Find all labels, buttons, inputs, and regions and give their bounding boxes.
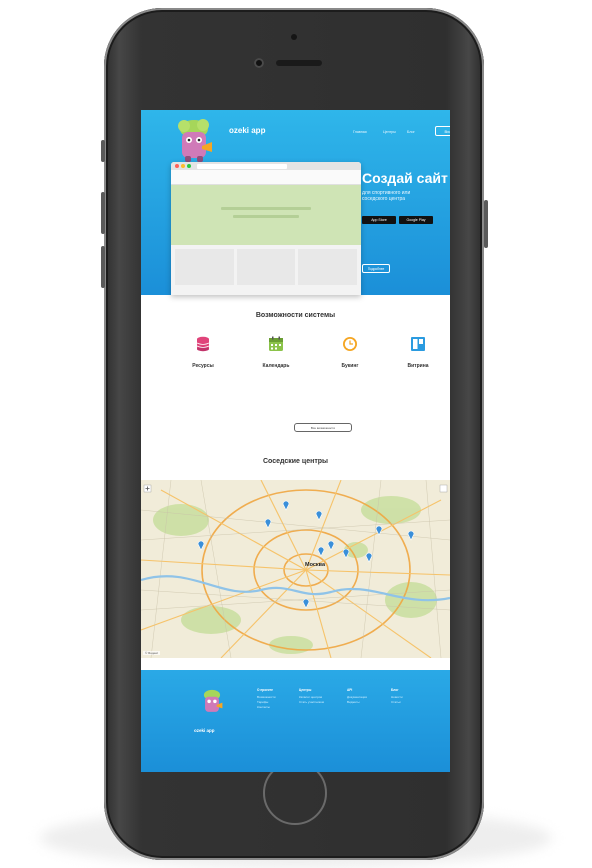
feature-booking[interactable]: Букинг [318, 336, 382, 373]
all-features-button[interactable]: Все возможности [294, 423, 352, 432]
footer-column-api: API Документация Виджеты [347, 688, 367, 705]
clock-icon [343, 337, 357, 351]
footer-column-heading: API [347, 688, 353, 692]
hero-title: Создай сайт [362, 170, 448, 186]
more-button[interactable]: Подробнее [362, 264, 390, 273]
nav-item-main[interactable]: Главная [353, 130, 367, 134]
feature-booking-label: Букинг [341, 363, 359, 369]
app-store-button[interactable]: App Store [362, 216, 396, 224]
browser-mockup [171, 162, 361, 295]
footer-link[interactable]: Статьи [391, 700, 403, 705]
feature-resources[interactable]: Ресурсы [171, 336, 235, 373]
footer-brand[interactable]: ozeki app [194, 728, 215, 733]
footer-column-heading: Центры [299, 688, 312, 692]
footer-column-heading: Блог [391, 688, 399, 692]
features-title: Возможности системы [255, 312, 336, 319]
feature-showcase[interactable]: Витрина [386, 336, 450, 373]
map-widget[interactable]: © Яндекс [141, 480, 450, 658]
mockup-banner [171, 185, 361, 245]
footer-column-blog: Блог Новости Статьи [391, 688, 403, 705]
volume-down-button [101, 246, 105, 288]
database-icon [196, 336, 210, 352]
nav-item-blog[interactable]: Блог [407, 130, 415, 134]
front-camera-icon [254, 58, 264, 68]
feature-calendar[interactable]: Календарь [244, 336, 308, 373]
google-play-button[interactable]: Google Play [399, 216, 433, 224]
footer-column-heading: О проекте [257, 688, 273, 692]
footer-link[interactable]: Виджеты [347, 700, 367, 705]
mascot-icon [178, 119, 212, 162]
footer-link[interactable]: Стать участником [299, 700, 324, 705]
phone-screen: ozeki app Главная Центры Блог Вход Созда… [141, 110, 450, 772]
footer-link[interactable]: Контакты [257, 705, 276, 710]
mockup-columns [171, 245, 361, 289]
footer-mascot-icon [203, 689, 223, 712]
map-city-label: Москва [305, 562, 326, 568]
footer-column-about: О проекте Возможности Тарифы Контакты [257, 688, 276, 710]
feature-resources-label: Ресурсы [192, 363, 214, 369]
power-button [484, 200, 488, 248]
footer-column-centers: Центры Каталог центров Стать участником [299, 688, 324, 705]
login-button[interactable]: Вход [435, 126, 450, 136]
map-canvas [141, 480, 450, 658]
browser-toolbar [171, 162, 361, 170]
sensor [291, 34, 297, 40]
mockup-header [171, 170, 361, 185]
window-icon [411, 337, 425, 351]
map-title: Соседские центры [262, 458, 329, 465]
volume-up-button [101, 192, 105, 234]
brand-name[interactable]: ozeki app [229, 126, 265, 135]
hero-tagline: для спортивного или соседского центра [362, 190, 411, 202]
calendar-icon [269, 336, 283, 351]
mute-switch [101, 140, 105, 162]
feature-calendar-label: Календарь [262, 363, 290, 369]
earpiece-speaker [276, 60, 322, 66]
nav-item-centers[interactable]: Центры [383, 130, 396, 134]
hero-section: ozeki app Главная Центры Блог Вход Созда… [141, 110, 450, 295]
feature-showcase-label: Витрина [407, 363, 429, 369]
address-bar [197, 163, 287, 169]
footer-section: ozeki app О проекте Возможности Тарифы К… [141, 670, 450, 772]
map-credit[interactable]: © Яндекс [143, 651, 161, 655]
